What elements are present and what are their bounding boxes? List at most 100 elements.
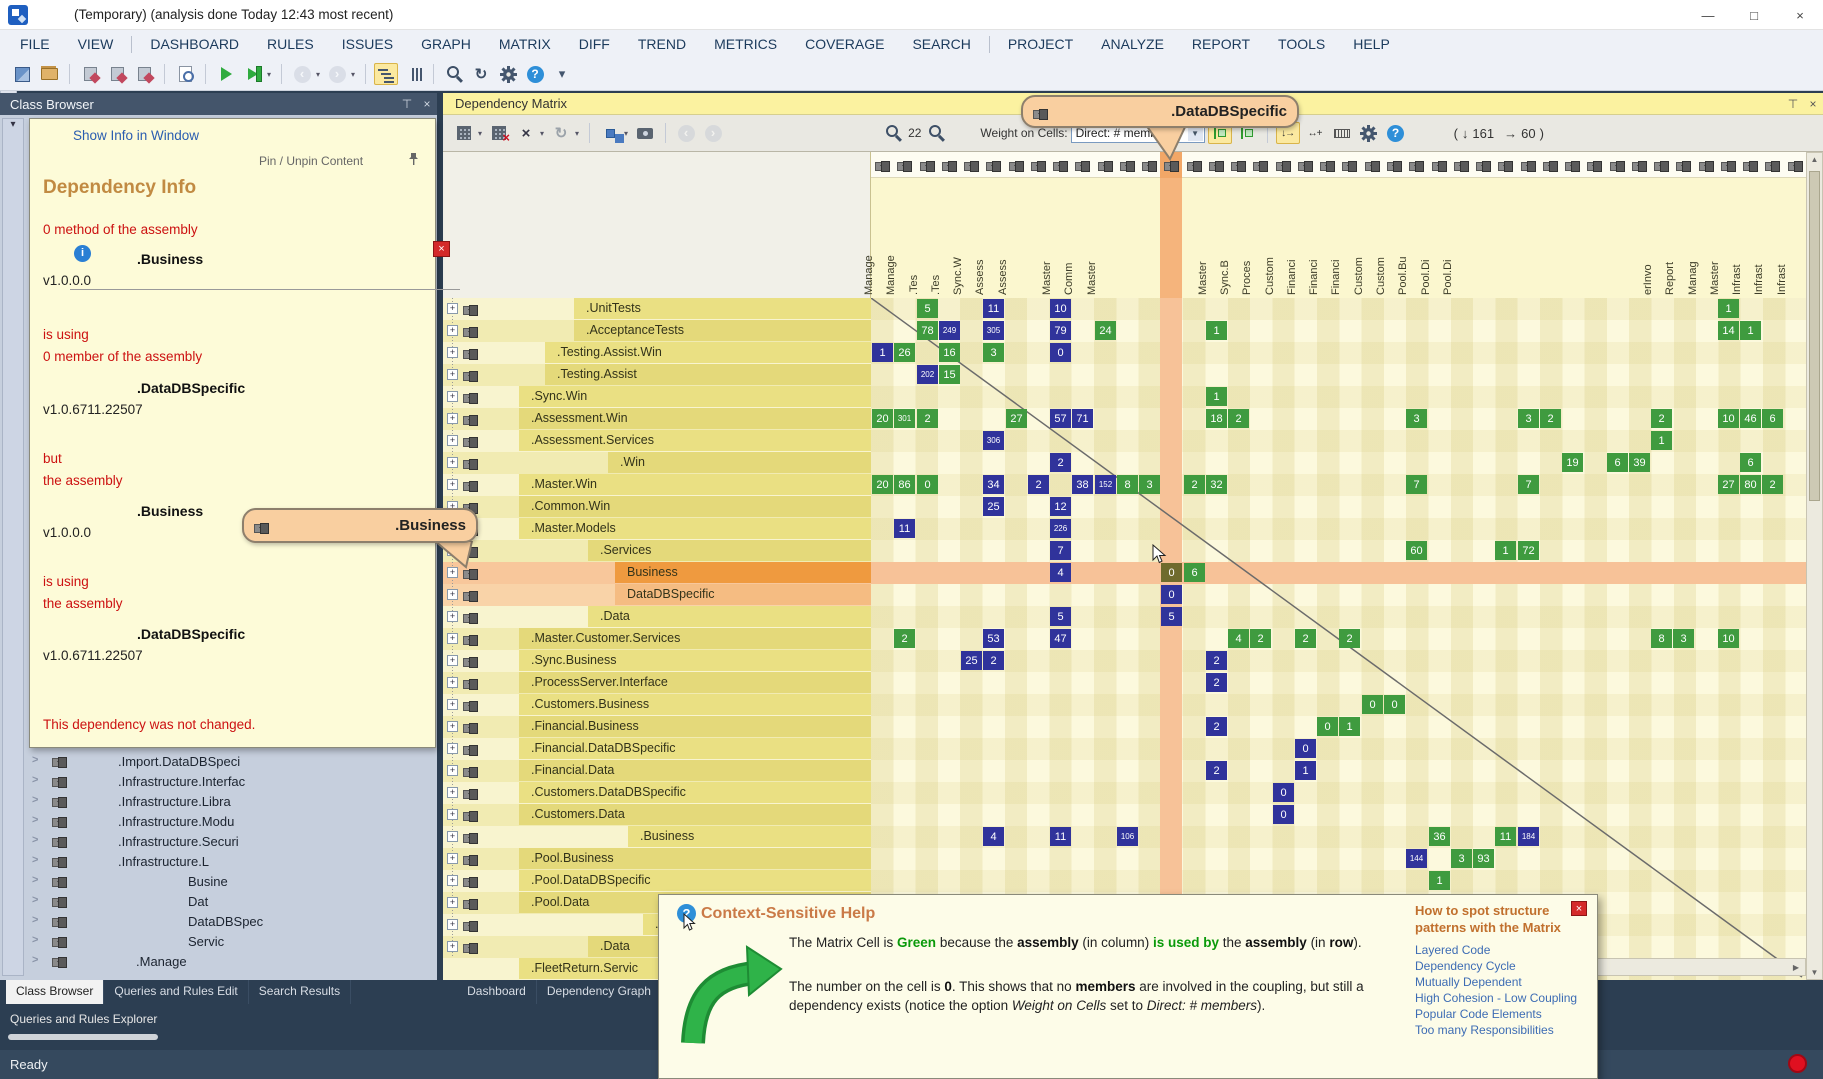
- tree-item[interactable]: >.Infrastructure.Interfac: [24, 772, 419, 792]
- matrix-cell[interactable]: 53: [983, 629, 1004, 648]
- matrix-cell[interactable]: 25: [961, 651, 982, 670]
- matrix-cell[interactable]: 10: [1718, 629, 1739, 648]
- column-assembly-icon[interactable]: [1521, 161, 1536, 170]
- nav-back-icon[interactable]: [290, 63, 314, 85]
- matrix-row-label[interactable]: .Data: [443, 606, 871, 628]
- tree-item[interactable]: >.Infrastructure.Libra: [24, 792, 419, 812]
- matrix-cell[interactable]: 1: [1295, 761, 1316, 780]
- column-label[interactable]: Manage: [885, 183, 898, 295]
- column-assembly-icon[interactable]: [1187, 161, 1202, 170]
- expand-plus-icon[interactable]: +: [447, 435, 458, 446]
- matrix-cell[interactable]: 20: [872, 475, 893, 494]
- matrix-cell[interactable]: 3: [1139, 475, 1160, 494]
- matrix-cell[interactable]: 1: [1495, 541, 1516, 560]
- column-assembly-icon[interactable]: [1098, 161, 1113, 170]
- column-assembly-icon[interactable]: [1365, 161, 1380, 170]
- column-assembly-icon[interactable]: [1654, 161, 1669, 170]
- column-assembly-icon[interactable]: [964, 161, 979, 170]
- matrix-row-label[interactable]: .Master.Models: [443, 518, 871, 540]
- matrix-cell[interactable]: 11: [1050, 827, 1071, 846]
- chevron-right-icon[interactable]: >: [32, 814, 38, 826]
- column-label[interactable]: Custom: [1353, 183, 1366, 295]
- matrix-cell[interactable]: 60: [1406, 541, 1427, 560]
- tree-item[interactable]: >.Manage: [24, 952, 419, 972]
- matrix-cell[interactable]: 3: [1673, 629, 1694, 648]
- matrix-cell[interactable]: 38: [1072, 475, 1093, 494]
- chevron-right-icon[interactable]: >: [32, 894, 38, 906]
- maximize-button[interactable]: □: [1731, 0, 1777, 30]
- menu-item-report[interactable]: REPORT: [1178, 31, 1264, 57]
- column-assembly-icon[interactable]: [1231, 161, 1246, 170]
- expand-plus-icon[interactable]: +: [447, 853, 458, 864]
- matrix-cell[interactable]: 3: [1518, 409, 1539, 428]
- matrix-cell[interactable]: 20: [872, 409, 893, 428]
- column-label[interactable]: Financi: [1308, 183, 1321, 295]
- help-icon[interactable]: [523, 63, 547, 85]
- matrix-cell[interactable]: 27: [1006, 409, 1027, 428]
- screenshot-camera-icon[interactable]: [633, 122, 657, 144]
- run-query-icon[interactable]: [214, 63, 238, 85]
- expand-plus-icon[interactable]: +: [447, 875, 458, 886]
- expand-plus-icon[interactable]: +: [447, 479, 458, 490]
- matrix-cell[interactable]: 3: [1451, 849, 1472, 868]
- column-label[interactable]: Pool.Bu: [1397, 183, 1410, 295]
- close-button[interactable]: ×: [1777, 0, 1823, 30]
- matrix-cell[interactable]: 0: [1362, 695, 1383, 714]
- matrix-cell[interactable]: 11: [1495, 827, 1516, 846]
- matrix-cell[interactable]: 301: [894, 409, 915, 428]
- column-label[interactable]: Infrast: [1776, 183, 1789, 295]
- matrix-cell[interactable]: 32: [1206, 475, 1227, 494]
- expand-plus-icon[interactable]: +: [447, 897, 458, 908]
- matrix-row-label[interactable]: .Customers.Data: [443, 804, 871, 826]
- matrix-cell[interactable]: 2: [1228, 409, 1249, 428]
- expand-plus-icon[interactable]: +: [447, 919, 458, 930]
- matrix-cell[interactable]: 39: [1629, 453, 1650, 472]
- matrix-cell[interactable]: 2: [1250, 629, 1271, 648]
- flat-list-icon[interactable]: [401, 63, 425, 85]
- search-icon[interactable]: [442, 63, 466, 85]
- column-assembly-icon[interactable]: [1276, 161, 1291, 170]
- matrix-cell[interactable]: 5: [917, 299, 938, 318]
- nav-forward-icon[interactable]: [325, 63, 349, 85]
- menu-item-trend[interactable]: TREND: [624, 31, 700, 57]
- matrix-cell[interactable]: 47: [1050, 629, 1071, 648]
- matrix-cell[interactable]: 1: [1651, 431, 1672, 450]
- expand-plus-icon[interactable]: +: [447, 765, 458, 776]
- matrix-cell[interactable]: 4: [1050, 563, 1071, 582]
- matrix-cell[interactable]: 57: [1050, 409, 1071, 428]
- column-assembly-icon[interactable]: [1053, 161, 1068, 170]
- run-analysis-icon[interactable]: [241, 63, 265, 85]
- matrix-cell[interactable]: 2: [1540, 409, 1561, 428]
- help-close-icon[interactable]: ×: [1571, 901, 1587, 916]
- matrix-row-label[interactable]: .Testing.Assist: [443, 364, 871, 386]
- matrix-row-label[interactable]: .Pool.DataDBSpecific: [443, 870, 871, 892]
- chevron-right-icon[interactable]: >: [32, 914, 38, 926]
- matrix-cell[interactable]: 6: [1607, 453, 1628, 472]
- column-label[interactable]: Pool.Di: [1420, 183, 1433, 295]
- expand-plus-icon[interactable]: +: [447, 611, 458, 622]
- matrix-cell[interactable]: 6: [1762, 409, 1783, 428]
- expand-plus-icon[interactable]: +: [447, 633, 458, 644]
- matrix-cell[interactable]: 14: [1718, 321, 1739, 340]
- zoom-in-icon[interactable]: [881, 122, 905, 144]
- expand-plus-icon[interactable]: +: [447, 831, 458, 842]
- matrix-cell[interactable]: 36: [1429, 827, 1450, 846]
- matrix-row-label[interactable]: .Common.Win: [443, 496, 871, 518]
- column-label[interactable]: .Tes: [908, 183, 921, 295]
- matrix-cell[interactable]: 0: [917, 475, 938, 494]
- matrix-help-icon[interactable]: [1384, 122, 1408, 144]
- scroll-right-icon[interactable]: ▶: [1789, 963, 1803, 972]
- column-assembly-icon[interactable]: [1788, 161, 1803, 170]
- column-label[interactable]: Custom: [1375, 183, 1388, 295]
- matrix-cell[interactable]: 0: [1050, 343, 1071, 362]
- matrix-cell[interactable]: 1: [1206, 387, 1227, 406]
- column-label[interactable]: Proces: [1241, 183, 1254, 295]
- toolbar-overflow-icon[interactable]: ▾: [550, 63, 574, 85]
- column-label[interactable]: Sync.W: [952, 183, 965, 295]
- column-label[interactable]: Infrast: [1753, 183, 1766, 295]
- matrix-cell[interactable]: 11: [983, 299, 1004, 318]
- matrix-row-label[interactable]: .Sync.Win: [443, 386, 871, 408]
- column-assembly-icon[interactable]: [1209, 161, 1224, 170]
- menu-item-view[interactable]: VIEW: [64, 31, 128, 57]
- clear-selection-icon[interactable]: [514, 122, 538, 144]
